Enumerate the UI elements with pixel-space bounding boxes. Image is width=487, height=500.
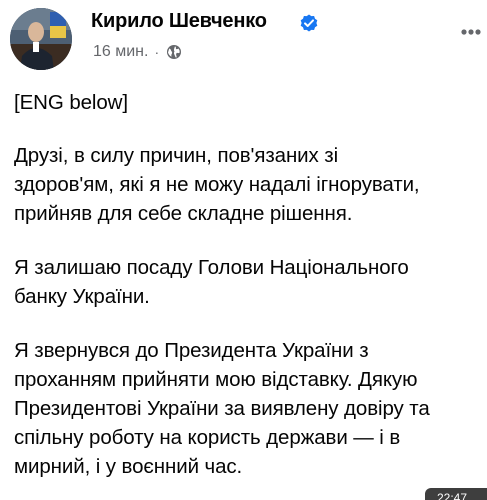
author-name[interactable]: Кирило Шевченко <box>91 10 267 33</box>
text-line: проханням прийняти мою відставку. Дякую <box>14 368 418 391</box>
text-line: Я звернувся до Президента України з <box>14 339 369 362</box>
author-avatar[interactable] <box>10 8 72 70</box>
post-paragraph-1: Друзі, в силу причин, пов'язаних зі здор… <box>14 141 480 228</box>
verified-badge-icon <box>300 14 318 32</box>
text-line: здоров'ям, які я не можу надалі ігнорува… <box>14 173 420 196</box>
facebook-post: Кирило Шевченко 16 мин. · [ENG below] Др… <box>0 0 487 500</box>
globe-icon[interactable] <box>166 44 182 60</box>
post-header: Кирило Шевченко 16 мин. · <box>10 6 481 72</box>
text-line: прийняв для себе складне рішення. <box>14 202 353 225</box>
text-line: мирний, і у воєнний час. <box>14 455 243 478</box>
post-paragraph-3: Я звернувся до Президента України з прох… <box>14 336 480 481</box>
avatar-image <box>10 8 72 70</box>
meta-separator: · <box>154 44 160 60</box>
text-line: Президентові України за виявлену довіру … <box>14 397 430 420</box>
post-paragraph-2: Я залишаю посаду Голови Національного ба… <box>14 253 480 311</box>
more-icon[interactable] <box>456 20 486 44</box>
text-line: спільну роботу на користь держави — і в <box>14 426 401 449</box>
post-time[interactable]: 16 мин. <box>93 43 148 61</box>
post-text: [ENG below] Друзі, в силу причин, пов'яз… <box>14 88 480 481</box>
text-line: Друзі, в силу причин, пов'язаних зі <box>14 144 339 167</box>
text-line: Я залишаю посаду Голови Національного <box>14 256 409 279</box>
clock-overlay: 22:47 <box>425 488 487 500</box>
post-meta: 16 мин. · <box>93 42 182 62</box>
eng-note: [ENG below] <box>14 91 128 114</box>
text-line: банку України. <box>14 285 150 308</box>
